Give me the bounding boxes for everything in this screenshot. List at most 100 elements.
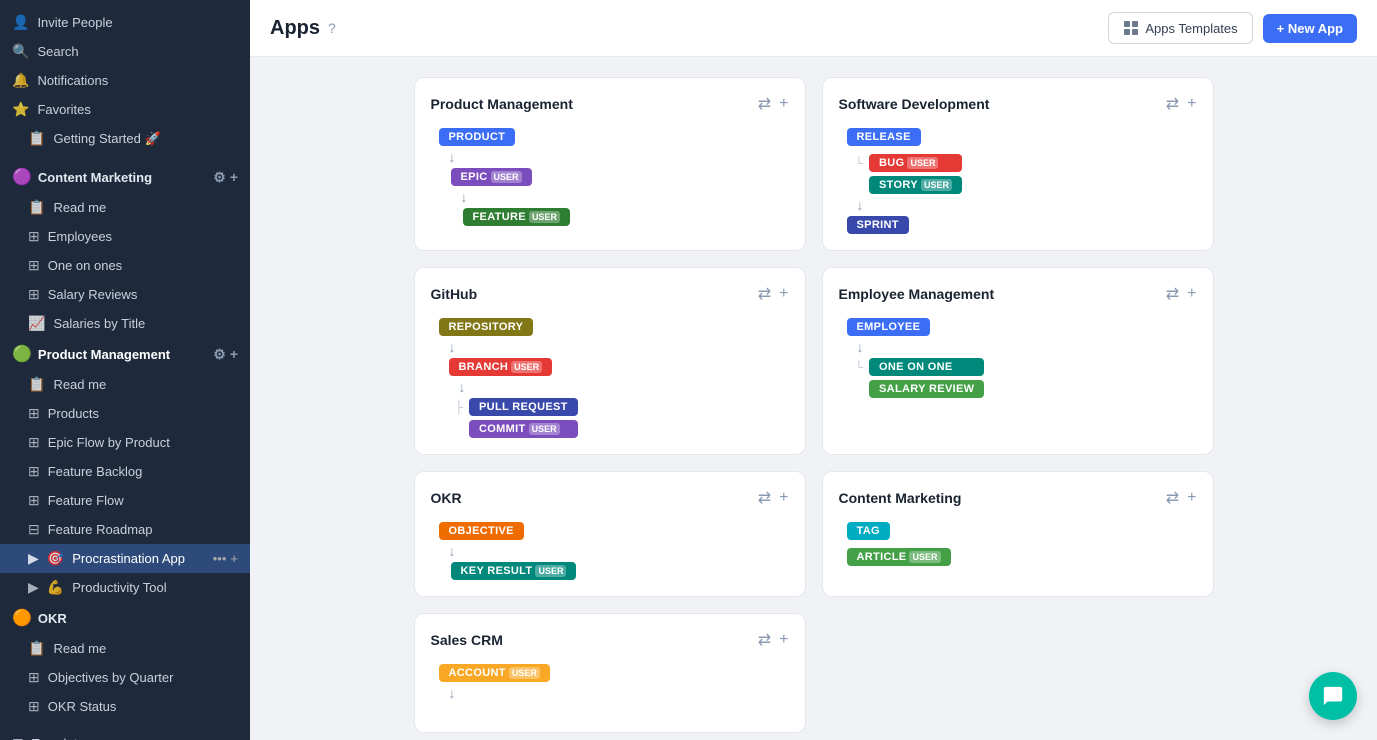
sidebar-group-content-marketing[interactable]: 🟣 Content Marketing ⚙ + [0, 161, 250, 193]
add-icon[interactable]: + [779, 285, 788, 303]
add-icon[interactable]: + [1187, 489, 1196, 507]
grid-icon: ⊞ [28, 405, 40, 422]
apps-templates-button[interactable]: Apps Templates [1108, 12, 1252, 44]
templates-icon: ⊞ [12, 735, 24, 740]
arrow-down: ↓ [847, 340, 1197, 354]
sidebar-group-label-okr: OKR [38, 611, 67, 626]
entity-row: KEY RESULT USER [439, 562, 789, 580]
entity-flow-github: REPOSITORY ↓ BRANCH USER ↓ ├ PULL REQUES… [431, 318, 789, 438]
settings-icon[interactable]: ⇄ [1166, 284, 1179, 304]
grid-icon: ⊞ [28, 228, 40, 245]
sidebar: 👤 Invite People 🔍 Search 🔔 Notifications… [0, 0, 250, 740]
entity-flow-software-development: RELEASE └ BUG USER STORY USER ↓ SPRINT [839, 128, 1197, 234]
sidebar-item-cm-salaries-by-title[interactable]: 📈 Salaries by Title [0, 309, 250, 338]
sidebar-group-okr[interactable]: 🟠 OKR [0, 602, 250, 634]
card-title-employee-management: Employee Management [839, 286, 995, 302]
sidebar-item-notifications[interactable]: 🔔 Notifications [0, 66, 250, 95]
muscle-icon: 💪 [47, 579, 64, 596]
card-title-sales-crm: Sales CRM [431, 632, 503, 648]
card-actions-okr: ⇄ + [758, 488, 789, 508]
entity-pill-account: ACCOUNT USER [439, 664, 550, 682]
sidebar-item-procrastination-app[interactable]: ▶ 🎯 Procrastination App ••• + [0, 544, 250, 573]
chat-button[interactable] [1309, 672, 1357, 720]
arrow-down: ↓ [439, 340, 789, 354]
sidebar-item-getting-started[interactable]: 📋 Getting Started 🚀 [0, 124, 250, 153]
settings-icon[interactable]: ⇄ [758, 630, 771, 650]
sidebar-item-cm-one-on-ones[interactable]: ⊞ One on ones [0, 251, 250, 280]
sidebar-item-pm-epic-flow[interactable]: ⊞ Epic Flow by Product [0, 428, 250, 457]
add-icon[interactable]: + [779, 631, 788, 649]
new-app-button[interactable]: + New App [1263, 14, 1357, 43]
sidebar-item-pm-feature-roadmap[interactable]: ⊟ Feature Roadmap [0, 515, 250, 544]
sidebar-item-cm-readme[interactable]: 📋 Read me [0, 193, 250, 222]
settings-icon[interactable]: ⚙ [213, 169, 226, 186]
grid-icon: ⊞ [28, 257, 40, 274]
group-actions: ⚙ + [213, 169, 238, 186]
more-icon[interactable]: ••• [213, 551, 227, 566]
sidebar-item-productivity-tool[interactable]: ▶ 💪 Productivity Tool [0, 573, 250, 602]
topbar-actions: Apps Templates + New App [1108, 12, 1357, 44]
card-title-okr: OKR [431, 490, 462, 506]
settings-icon[interactable]: ⇄ [758, 488, 771, 508]
entity-pill-feature: FEATURE USER [463, 208, 570, 226]
doc-icon: 📋 [28, 640, 45, 657]
sidebar-label-okr-objectives: Objectives by Quarter [48, 670, 174, 685]
settings-icon[interactable]: ⇄ [758, 284, 771, 304]
settings-icon[interactable]: ⚙ [213, 346, 226, 363]
card-actions-content-marketing: ⇄ + [1166, 488, 1197, 508]
sidebar-item-okr-readme[interactable]: 📋 Read me [0, 634, 250, 663]
sidebar-group-product-management[interactable]: 🟢 Product Management ⚙ + [0, 338, 250, 370]
settings-icon[interactable]: ⇄ [1166, 94, 1179, 114]
sidebar-item-templates[interactable]: ⊞ Templates [0, 729, 250, 740]
entity-pill-repository: REPOSITORY [439, 318, 534, 336]
doc-icon: 📋 [28, 376, 45, 393]
sidebar-item-okr-objectives[interactable]: ⊞ Objectives by Quarter [0, 663, 250, 692]
help-icon[interactable]: ? [328, 20, 336, 36]
settings-icon[interactable]: ⇄ [758, 94, 771, 114]
person-icon: 👤 [12, 14, 29, 31]
sidebar-item-okr-status[interactable]: ⊞ OKR Status [0, 692, 250, 721]
sidebar-item-cm-employees[interactable]: ⊞ Employees [0, 222, 250, 251]
sidebar-label-cm-salaries: Salaries by Title [53, 316, 145, 331]
sidebar-label-productivity-tool: Productivity Tool [72, 580, 166, 595]
add-icon[interactable]: + [1187, 95, 1196, 113]
grid-icon: ⊞ [28, 492, 40, 509]
add-icon[interactable]: + [230, 169, 238, 186]
sidebar-item-pm-readme[interactable]: 📋 Read me [0, 370, 250, 399]
add-icon[interactable]: + [230, 346, 238, 363]
arrow-down: ↓ [439, 190, 789, 204]
entity-row: ACCOUNT USER [439, 664, 789, 682]
entity-pill-epic: EPIC USER [451, 168, 532, 186]
grid-icon: ⊞ [28, 286, 40, 303]
entity-flow-product-management: PRODUCT ↓ EPIC USER ↓ FEATURE USER [431, 128, 789, 226]
sidebar-item-pm-feature-backlog[interactable]: ⊞ Feature Backlog [0, 457, 250, 486]
card-actions-sales-crm: ⇄ + [758, 630, 789, 650]
entity-row: RELEASE [847, 128, 1197, 146]
add-icon[interactable]: + [779, 95, 788, 113]
card-header-okr: OKR ⇄ + [431, 488, 789, 508]
arrow-down: ↓ [439, 380, 789, 394]
apps-templates-label: Apps Templates [1145, 21, 1237, 36]
sidebar-label-favorites: Favorites [37, 102, 90, 117]
card-title-product-management: Product Management [431, 96, 573, 112]
sidebar-label-pm-readme: Read me [53, 377, 106, 392]
add-icon[interactable]: + [230, 551, 238, 566]
product-management-icon: 🟢 [12, 344, 32, 364]
sidebar-group-label-content-marketing: Content Marketing [38, 170, 152, 185]
entity-pill-salary-review: SALARY REVIEW [869, 380, 984, 398]
sidebar-item-search[interactable]: 🔍 Search [0, 37, 250, 66]
entity-flow-employee-management: EMPLOYEE ↓ └ ONE ON ONE SALARY REVIEW [839, 318, 1197, 398]
sidebar-item-favorites[interactable]: ⭐ Favorites [0, 95, 250, 124]
star-icon: ⭐ [12, 101, 29, 118]
entity-pill-product: PRODUCT [439, 128, 516, 146]
sidebar-item-pm-feature-flow[interactable]: ⊞ Feature Flow [0, 486, 250, 515]
sidebar-item-invite-people[interactable]: 👤 Invite People [0, 8, 250, 37]
content-marketing-icon: 🟣 [12, 167, 32, 187]
doc-icon: 📋 [28, 199, 45, 216]
sidebar-label-notifications: Notifications [37, 73, 108, 88]
sidebar-item-cm-salary-reviews[interactable]: ⊞ Salary Reviews [0, 280, 250, 309]
sidebar-item-pm-products[interactable]: ⊞ Products [0, 399, 250, 428]
add-icon[interactable]: + [779, 489, 788, 507]
add-icon[interactable]: + [1187, 285, 1196, 303]
settings-icon[interactable]: ⇄ [1166, 488, 1179, 508]
